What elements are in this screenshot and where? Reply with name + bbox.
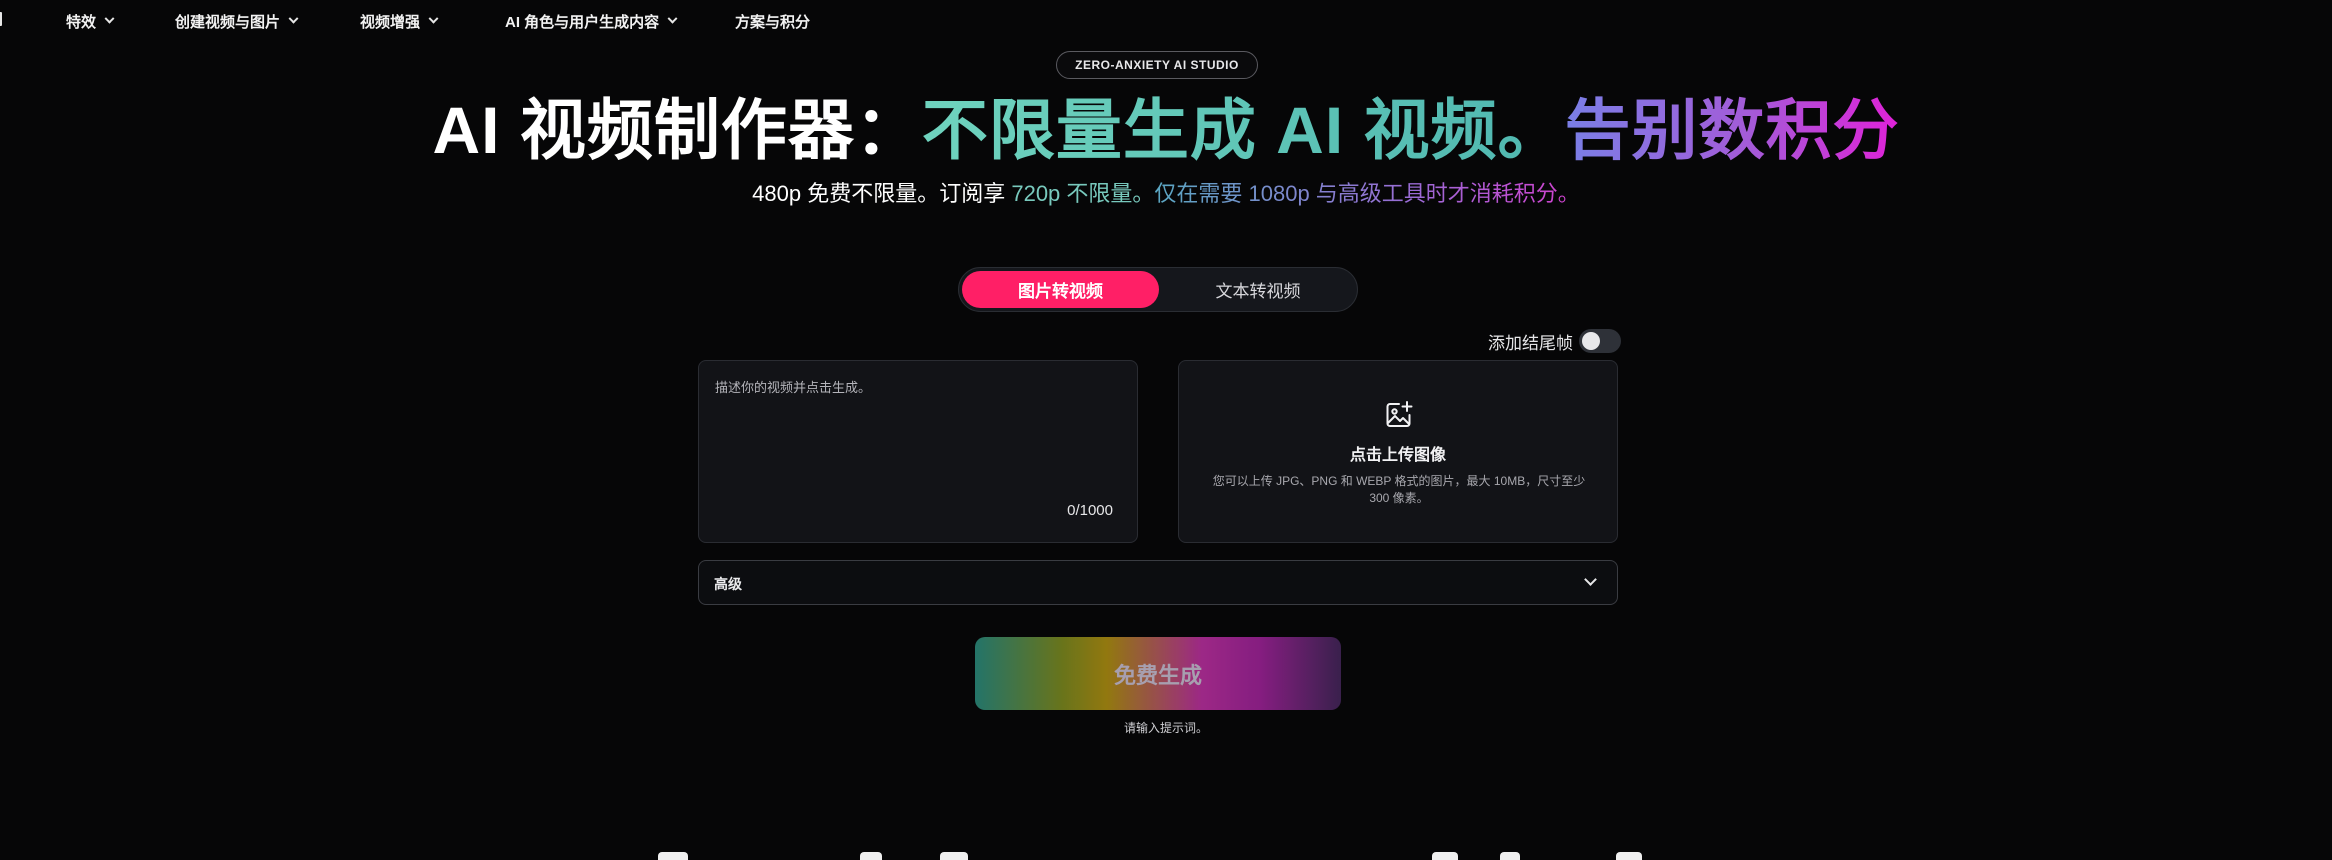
image-plus-icon — [1386, 401, 1413, 427]
upload-description: 您可以上传 JPG、PNG 和 WEBP 格式的图片，最大 10MB，尺寸至少 … — [1212, 474, 1586, 505]
tab-image-to-video[interactable]: 图片转视频 — [962, 271, 1159, 308]
nav-item-plans-credits[interactable]: 方案与积分 — [735, 10, 810, 32]
page-title: AI 视频制作器：不限量生成 AI 视频。告别数积分 — [0, 84, 2332, 176]
glyph-fragment — [860, 852, 882, 860]
chevron-down-icon — [288, 13, 299, 24]
top-nav: 特效 创建视频与图片 视频增强 AI 角色与用户生成内容 方案与积分 — [0, 0, 2332, 40]
generate-button[interactable]: 免费生成 — [975, 637, 1341, 710]
image-upload-dropzone[interactable]: 点击上传图像 您可以上传 JPG、PNG 和 WEBP 格式的图片，最大 10M… — [1178, 360, 1618, 543]
prompt-panel: 0/1000 — [698, 360, 1138, 543]
nav-item-ai-characters-ugc[interactable]: AI 角色与用户生成内容 — [505, 10, 678, 32]
title-part-3: 告别数积分 — [1564, 93, 1900, 167]
subtitle-part-2: 720p 不限量。 — [1011, 181, 1155, 206]
page-subtitle: 480p 免费不限量。订阅享 720p 不限量。仅在需要 1080p 与高级工具… — [0, 178, 2332, 210]
chevron-down-icon — [1584, 573, 1597, 586]
upload-title: 点击上传图像 — [1349, 447, 1446, 464]
nav-item-label: 特效 — [66, 13, 97, 31]
advanced-settings-dropdown[interactable]: 高级 — [698, 560, 1618, 605]
end-frame-toggle[interactable] — [1579, 329, 1621, 353]
nav-item-label: 方案与积分 — [735, 13, 811, 31]
nav-item-effects[interactable]: 特效 — [66, 10, 115, 32]
nav-item-create-video-image[interactable]: 创建视频与图片 — [175, 10, 299, 32]
tab-text-to-video[interactable]: 文本转视频 — [1161, 271, 1355, 308]
glyph-fragment — [1616, 852, 1642, 860]
chevron-down-icon — [428, 13, 439, 24]
nav-item-label: 创建视频与图片 — [175, 13, 281, 31]
char-counter: 0/1000 — [1067, 502, 1113, 519]
generate-hint: 请输入提示词。 — [1123, 721, 1208, 735]
prompt-input[interactable] — [713, 375, 1123, 505]
glyph-fragment — [1432, 852, 1458, 860]
glyph-fragment — [1500, 852, 1520, 860]
nav-item-label: 视频增强 — [360, 13, 421, 31]
next-section-heading-cropped — [0, 846, 2332, 860]
subtitle-part-3: 仅在需要 1080p 与高级工具时才消耗积分。 — [1154, 181, 1580, 206]
nav-edge-fragment — [0, 12, 2, 26]
glyph-fragment — [658, 852, 688, 860]
end-frame-control: 添加结尾帧 — [1488, 328, 1621, 354]
subtitle-part-1: 480p 免费不限量。订阅享 — [752, 181, 1012, 206]
end-frame-label: 添加结尾帧 — [1488, 333, 1573, 353]
chevron-down-icon — [104, 13, 115, 24]
title-part-2: 不限量生成 AI 视频。 — [921, 93, 1565, 167]
nav-item-label: AI 角色与用户生成内容 — [505, 13, 660, 31]
toggle-knob — [1582, 332, 1600, 350]
glyph-fragment — [940, 852, 968, 860]
title-part-1: AI 视频制作器： — [432, 93, 922, 167]
mode-toggle: 图片转视频 文本转视频 — [958, 267, 1358, 312]
chevron-down-icon — [667, 13, 678, 24]
studio-badge: ZERO-ANXIETY AI STUDIO — [1056, 51, 1258, 79]
nav-item-video-enhance[interactable]: 视频增强 — [360, 10, 439, 32]
advanced-label: 高级 — [714, 576, 742, 592]
